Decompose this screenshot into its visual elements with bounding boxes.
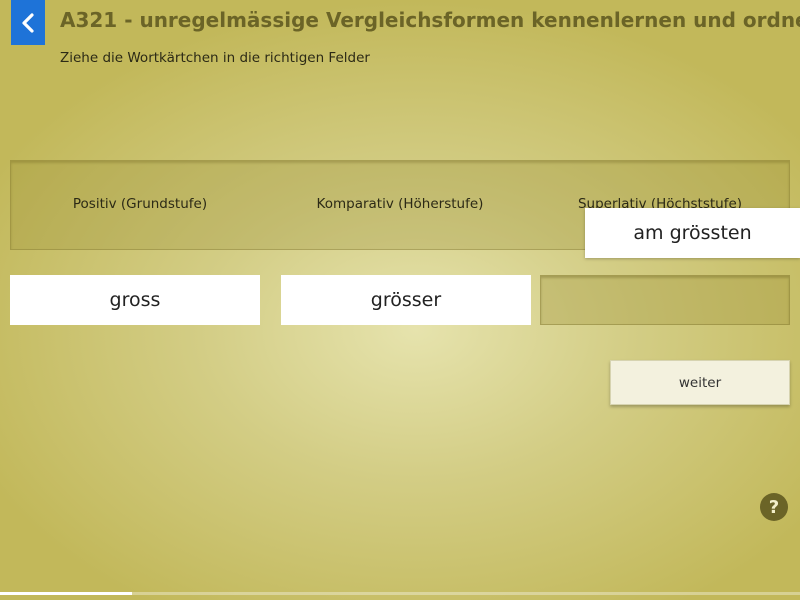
progress-fill [0, 592, 132, 595]
column-label-positiv: Positiv (Grundstufe) [72, 196, 208, 212]
help-icon[interactable]: ? [760, 493, 788, 521]
chevron-left-icon [22, 12, 34, 33]
instruction-text: Ziehe die Wortkärtchen in die richtigen … [60, 50, 370, 66]
progress-bar [0, 592, 800, 595]
drop-slot-komparativ[interactable]: grösser [281, 275, 531, 325]
column-label-komparativ: Komparativ (Höherstufe) [316, 196, 484, 212]
drop-slot-superlativ[interactable] [540, 275, 790, 325]
page-title: A321 - unregelmässige Vergleichsformen k… [60, 8, 800, 32]
weiter-button[interactable]: weiter [610, 360, 790, 405]
word-card-am-groessten[interactable]: am grössten [585, 208, 800, 258]
drop-slot-positiv[interactable]: gross [10, 275, 260, 325]
back-button[interactable] [11, 0, 45, 45]
help-glyph: ? [768, 496, 780, 518]
